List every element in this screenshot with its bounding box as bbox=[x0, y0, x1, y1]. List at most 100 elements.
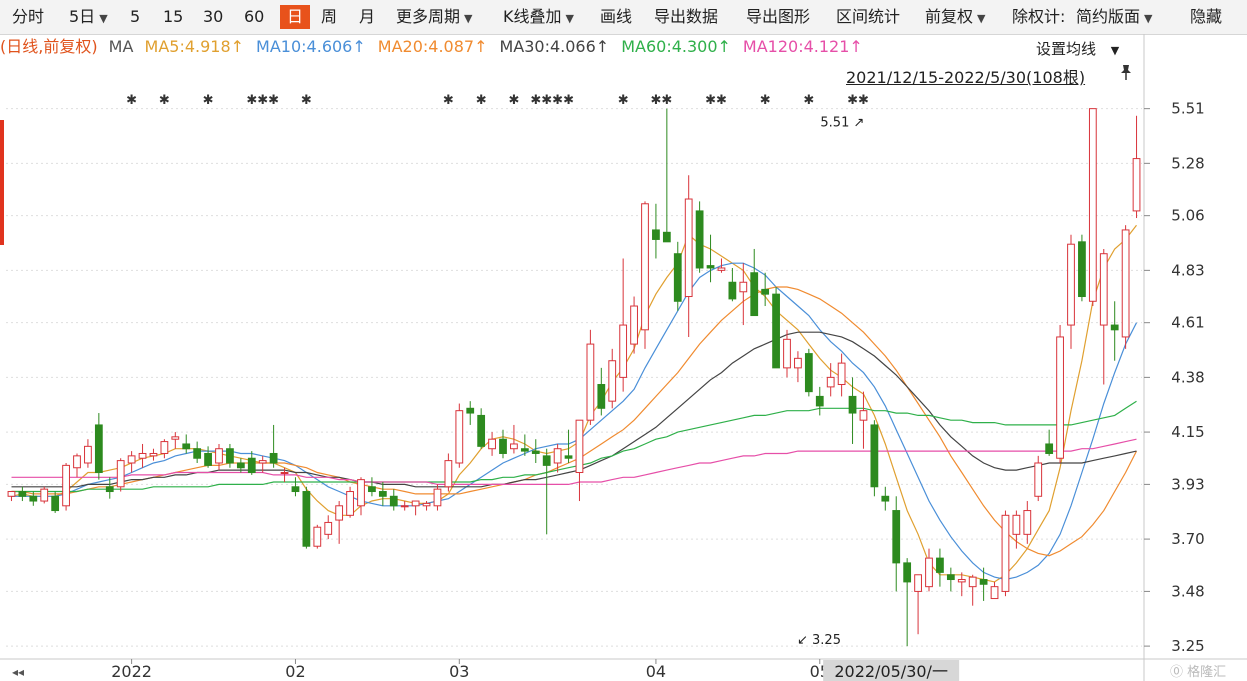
candle-body[interactable] bbox=[630, 305, 638, 345]
candle-body[interactable] bbox=[94, 424, 103, 474]
candle-body[interactable] bbox=[520, 448, 529, 452]
candle-body[interactable] bbox=[1110, 324, 1119, 331]
event-marker-icon[interactable]: ✱ bbox=[301, 93, 312, 108]
candle-body[interactable] bbox=[728, 281, 737, 300]
candle-body[interactable] bbox=[116, 460, 125, 488]
candle-body[interactable] bbox=[892, 510, 901, 564]
candle-body[interactable] bbox=[29, 495, 38, 502]
candle-body[interactable] bbox=[662, 231, 671, 243]
candle-body[interactable] bbox=[444, 460, 453, 488]
event-marker-icon[interactable]: ✱ bbox=[268, 93, 279, 108]
candle-body[interactable] bbox=[1121, 229, 1130, 338]
candle-body[interactable] bbox=[717, 267, 726, 271]
candle-body[interactable] bbox=[182, 443, 191, 450]
candle-body[interactable] bbox=[400, 505, 409, 508]
candle-body[interactable] bbox=[346, 491, 354, 516]
candle-body[interactable] bbox=[783, 338, 791, 369]
candle-body[interactable] bbox=[1078, 241, 1086, 298]
candle-body[interactable] bbox=[772, 293, 780, 369]
event-marker-icon[interactable]: ✱ bbox=[552, 93, 563, 108]
candle-body[interactable] bbox=[739, 281, 748, 293]
event-marker-icon[interactable]: ✱ bbox=[476, 93, 487, 108]
candle-body[interactable] bbox=[881, 495, 890, 502]
candle-body[interactable] bbox=[357, 479, 365, 507]
candle-body[interactable] bbox=[62, 464, 70, 507]
candle-body[interactable] bbox=[815, 395, 824, 407]
candle-body[interactable] bbox=[695, 210, 704, 269]
candle-body[interactable] bbox=[1132, 158, 1141, 212]
candle-body[interactable] bbox=[215, 448, 223, 464]
candle-body[interactable] bbox=[531, 450, 540, 454]
candle-body[interactable] bbox=[193, 448, 202, 459]
candle-body[interactable] bbox=[236, 462, 245, 469]
candle-body[interactable] bbox=[673, 253, 682, 302]
event-marker-icon[interactable]: ✱ bbox=[246, 93, 257, 108]
candle-body[interactable] bbox=[422, 502, 431, 507]
candle-body[interactable] bbox=[433, 488, 442, 507]
candle-body[interactable] bbox=[848, 395, 857, 414]
candle-body[interactable] bbox=[18, 491, 27, 497]
event-marker-icon[interactable]: ✱ bbox=[618, 93, 629, 108]
candle-body[interactable] bbox=[597, 384, 606, 409]
candle-body[interactable] bbox=[837, 362, 846, 386]
event-marker-icon[interactable]: ✱ bbox=[847, 93, 858, 108]
candle-body[interactable] bbox=[1001, 514, 1010, 592]
candle-body[interactable] bbox=[127, 455, 136, 464]
candle-body[interactable] bbox=[608, 360, 617, 402]
candle-body[interactable] bbox=[247, 457, 256, 474]
event-marker-icon[interactable]: ✱ bbox=[803, 93, 814, 108]
event-marker-icon[interactable]: ✱ bbox=[159, 93, 170, 108]
candle-body[interactable] bbox=[313, 526, 322, 547]
candle-body[interactable] bbox=[258, 460, 267, 464]
event-marker-icon[interactable]: ✱ bbox=[563, 93, 574, 108]
candle-body[interactable] bbox=[1056, 336, 1064, 459]
candle-body[interactable] bbox=[149, 452, 158, 457]
candle-body[interactable] bbox=[455, 410, 464, 464]
event-marker-icon[interactable]: ✱ bbox=[530, 93, 541, 108]
candle-body[interactable] bbox=[7, 491, 16, 497]
candle-body[interactable] bbox=[84, 445, 92, 464]
candle-body[interactable] bbox=[936, 557, 944, 573]
event-marker-icon[interactable]: ✱ bbox=[203, 93, 214, 108]
candle-body[interactable] bbox=[1034, 462, 1043, 497]
candle-body[interactable] bbox=[1088, 108, 1097, 302]
candle-body[interactable] bbox=[40, 488, 49, 502]
event-marker-icon[interactable]: ✱ bbox=[257, 93, 268, 108]
candle-body[interactable] bbox=[957, 579, 966, 583]
event-marker-icon[interactable]: ✱ bbox=[443, 93, 454, 108]
candle-body[interactable] bbox=[51, 495, 60, 512]
event-marker-icon[interactable]: ✱ bbox=[650, 93, 661, 108]
candle-body[interactable] bbox=[510, 443, 518, 450]
candle-body[interactable] bbox=[1099, 253, 1108, 326]
candle-body[interactable] bbox=[335, 505, 344, 521]
candle-body[interactable] bbox=[368, 486, 376, 493]
candle-body[interactable] bbox=[160, 441, 169, 454]
candle-body[interactable] bbox=[269, 452, 278, 464]
event-marker-icon[interactable]: ✱ bbox=[541, 93, 552, 108]
candle-body[interactable] bbox=[575, 419, 584, 474]
candle-body[interactable] bbox=[411, 500, 420, 507]
candle-body[interactable] bbox=[73, 455, 81, 469]
candle-body[interactable] bbox=[389, 495, 398, 507]
candle-body[interactable] bbox=[324, 521, 333, 535]
candle-body[interactable] bbox=[466, 407, 475, 414]
candle-body[interactable] bbox=[794, 357, 802, 369]
candle-body[interactable] bbox=[761, 288, 770, 295]
candle-body[interactable] bbox=[914, 574, 922, 592]
candle-body[interactable] bbox=[925, 557, 933, 588]
candle-body[interactable] bbox=[105, 486, 114, 493]
candlestick-chart[interactable]: 5.51 5.28 5.06 4.83 4.61 4.38 4.15 3.93 3.70 3.48… bbox=[0, 0, 1247, 681]
event-marker-icon[interactable]: ✱ bbox=[661, 93, 672, 108]
candle-body[interactable] bbox=[226, 448, 234, 464]
candle-body[interactable] bbox=[1012, 514, 1021, 535]
candle-body[interactable] bbox=[477, 414, 486, 447]
candle-body[interactable] bbox=[542, 455, 551, 466]
candle-body[interactable] bbox=[499, 438, 507, 454]
candle-body[interactable] bbox=[870, 424, 879, 488]
candle-body[interactable] bbox=[171, 436, 180, 440]
candle-body[interactable] bbox=[826, 376, 835, 388]
candle-body[interactable] bbox=[750, 272, 759, 317]
candle-body[interactable] bbox=[488, 438, 496, 450]
candle-body[interactable] bbox=[1023, 510, 1032, 535]
candle-body[interactable] bbox=[291, 486, 300, 493]
